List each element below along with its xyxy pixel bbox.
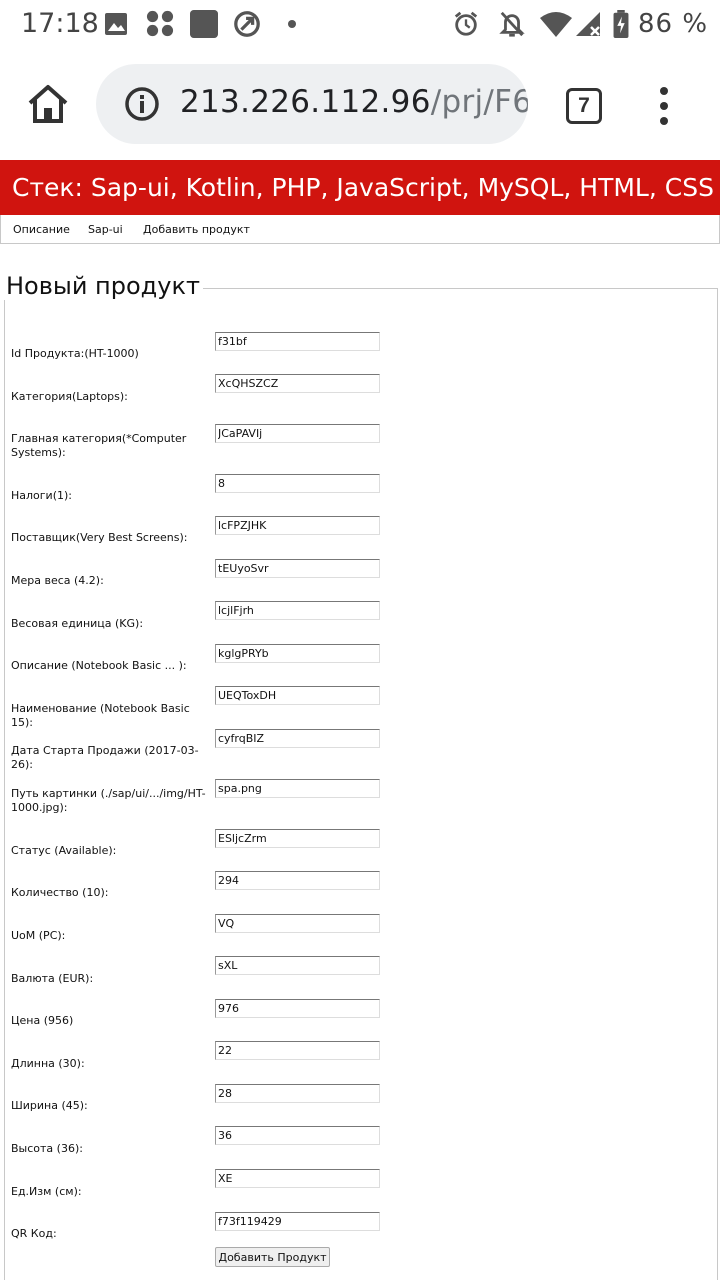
square-app-icon xyxy=(190,10,218,38)
dot-icon xyxy=(288,20,296,28)
nav-item-sap-ui[interactable]: Sap-ui xyxy=(88,223,123,236)
status-time: 17:18 xyxy=(21,8,99,39)
image-icon xyxy=(105,13,127,35)
quantity-input[interactable] xyxy=(215,871,380,890)
tax-input[interactable] xyxy=(215,474,380,493)
field-label: Статус (Available): xyxy=(11,844,117,857)
field-label: Поставщик(Very Best Screens): xyxy=(11,531,188,544)
home-icon[interactable] xyxy=(26,82,70,126)
main-category-input[interactable] xyxy=(215,424,380,443)
field-label: Ширина (45): xyxy=(11,1099,88,1112)
weight-measure-input[interactable] xyxy=(215,559,380,578)
length-input[interactable] xyxy=(215,1041,380,1060)
url-host: 213.226.112.96 xyxy=(180,84,431,120)
field-label: Путь картинки (./sap/ui/.../img/HT-1000.… xyxy=(11,787,206,814)
field-label: Количество (10): xyxy=(11,886,109,899)
field-label: Длинна (30): xyxy=(11,1057,85,1070)
field-label: Мера веса (4.2): xyxy=(11,574,104,587)
price-input[interactable] xyxy=(215,999,380,1018)
field-label: Весовая единица (KG): xyxy=(11,617,144,630)
field-label: UoM (PC): xyxy=(11,929,66,942)
currency-input[interactable] xyxy=(215,956,380,975)
apps-icon xyxy=(146,10,174,37)
sale-start-date-input[interactable] xyxy=(215,729,380,748)
status-input[interactable] xyxy=(215,829,380,848)
battery-charging-icon xyxy=(613,10,629,38)
width-input[interactable] xyxy=(215,1084,380,1103)
info-icon[interactable] xyxy=(124,86,160,122)
more-vert-icon[interactable] xyxy=(656,86,672,126)
browser-toolbar: 213.226.112.96/prj/F65 7 xyxy=(0,48,720,160)
alarm-icon xyxy=(454,11,478,36)
url-path: /prj/F65 xyxy=(430,84,528,120)
field-label: Описание (Notebook Basic ... ): xyxy=(11,659,187,672)
field-label: Дата Старта Продажи (2017-03-26): xyxy=(11,744,199,771)
notifications-off-icon xyxy=(499,11,525,37)
tab-switcher-button[interactable]: 7 xyxy=(566,88,602,124)
field-label: QR Код: xyxy=(11,1227,57,1240)
field-label: Валюта (EUR): xyxy=(11,972,94,985)
uom-input[interactable] xyxy=(215,914,380,933)
battery-percent: 86 % xyxy=(638,9,709,39)
nav-item-add-product[interactable]: Добавить продукт xyxy=(143,223,250,236)
description-input[interactable] xyxy=(215,644,380,663)
weight-unit-input[interactable] xyxy=(215,601,380,620)
add-product-button[interactable]: Добавить Продукт xyxy=(215,1247,330,1267)
field-label: Главная категория(*Computer Systems): xyxy=(11,432,187,459)
url-text[interactable]: 213.226.112.96/prj/F65 xyxy=(180,84,528,120)
form-legend: Новый продукт xyxy=(4,272,203,300)
field-label: Налоги(1): xyxy=(11,489,72,502)
field-label: Категория(Laptops): xyxy=(11,390,128,403)
page-header: Стек: Sap-ui, Kotlin, PHP, JavaScript, M… xyxy=(0,160,720,215)
signal-icon xyxy=(576,12,600,36)
field-label: Цена (956) xyxy=(11,1014,74,1027)
product-id-input[interactable] xyxy=(215,332,380,351)
height-input[interactable] xyxy=(215,1126,380,1145)
dimension-unit-input[interactable] xyxy=(215,1169,380,1188)
address-bar[interactable]: 213.226.112.96/prj/F65 xyxy=(96,64,528,144)
qr-code-input[interactable] xyxy=(215,1212,380,1231)
field-label: Id Продукта:(HT-1000) xyxy=(11,347,139,360)
status-bar: 17:18 86 % xyxy=(0,0,720,48)
wifi-icon xyxy=(540,12,572,37)
name-input[interactable] xyxy=(215,686,380,705)
field-label: Ед.Изм (см): xyxy=(11,1185,82,1198)
top-nav: Описание Sap-ui Добавить продукт xyxy=(0,215,720,244)
supplier-input[interactable] xyxy=(215,516,380,535)
category-input[interactable] xyxy=(215,374,380,393)
sync-icon xyxy=(234,11,260,37)
nav-item-description[interactable]: Описание xyxy=(13,223,70,236)
image-path-input[interactable] xyxy=(215,779,380,798)
field-label: Высота (36): xyxy=(11,1142,83,1155)
field-label: Наименование (Notebook Basic 15): xyxy=(11,702,190,729)
